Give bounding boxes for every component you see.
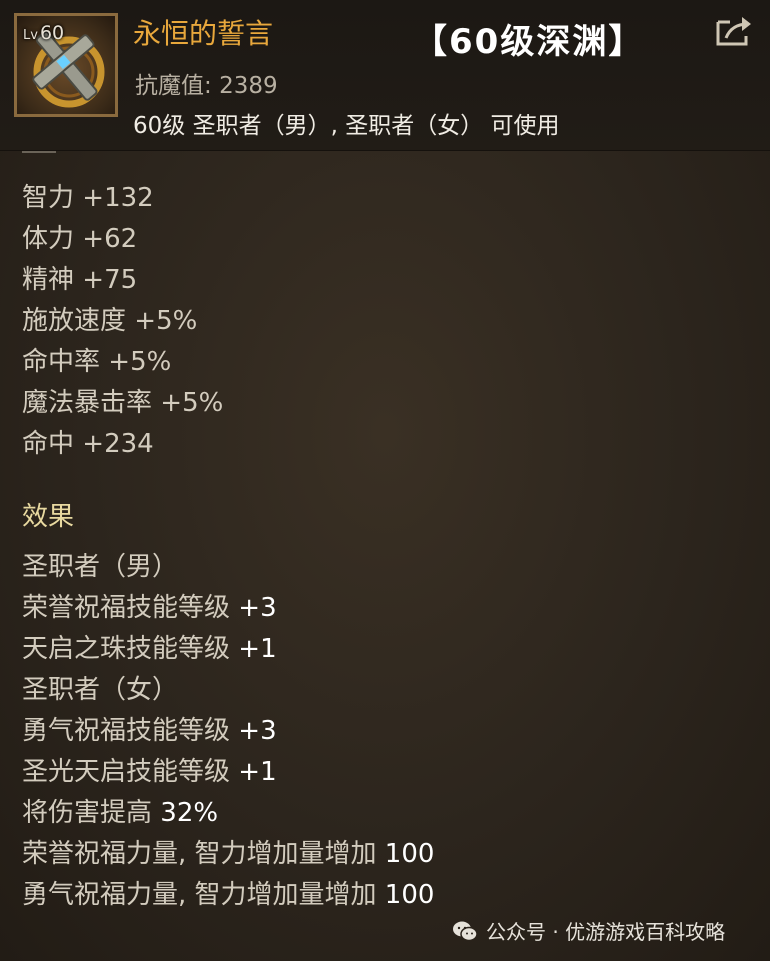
effect-row: 勇气祝福技能等级 +3 (22, 716, 277, 746)
item-header: Lv 60 永恒的誓言 【60级深渊】 抗魔值: 2389 60级 圣职者（男）,… (0, 0, 770, 151)
stat-row: 施放速度 +5% (22, 306, 198, 336)
effect-row: 天启之珠技能等级 +1 (22, 634, 277, 664)
usable-classes: 60级 圣职者（男）, 圣职者（女） 可使用 (133, 113, 560, 139)
effect-row: 圣职者（男） (22, 552, 179, 582)
effect-row: 荣誉祝福技能等级 +3 (22, 593, 277, 623)
resist-label: 抗魔值: (135, 73, 212, 99)
level-banner: 【60级深渊】 (413, 22, 645, 62)
effect-row: 将伤害提高 32% (22, 798, 219, 828)
effect-row: 圣职者（女） (22, 675, 179, 705)
stat-row: 命中率 +5% (22, 347, 172, 377)
stat-row: 魔法暴击率 +5% (22, 388, 224, 418)
resist-number: 2389 (219, 73, 278, 99)
stat-list: 智力 +132 体力 +62 精神 +75 施放速度 +5% 命中率 +5% 魔… (22, 178, 223, 465)
effect-row: 圣光天启技能等级 +1 (22, 757, 277, 787)
item-name: 永恒的誓言 (133, 17, 274, 50)
stat-row: 精神 +75 (22, 265, 138, 295)
watermark: 公众号 · 优游游戏百科攻略 (452, 916, 725, 945)
effect-row: 勇气祝福力量, 智力增加量增加 100 (22, 880, 435, 910)
export-icon[interactable] (714, 14, 754, 48)
effect-list: 圣职者（男） 荣誉祝福技能等级 +3 天启之珠技能等级 +1 圣职者（女） 勇气… (22, 547, 434, 916)
stat-row: 智力 +132 (22, 183, 154, 213)
item-icon-frame[interactable]: Lv 60 (14, 13, 118, 117)
stat-row: 体力 +62 (22, 224, 138, 254)
effect-row: 荣誉祝福力量, 智力增加量增加 100 (22, 839, 435, 869)
item-level: Lv 60 (23, 22, 65, 44)
wechat-icon (453, 921, 478, 941)
divider (22, 151, 56, 159)
stat-row: 命中 +234 (22, 429, 154, 459)
watermark-text: 公众号 · 优游游戏百科攻略 (486, 920, 726, 944)
item-tooltip: Lv 60 永恒的誓言 【60级深渊】 抗魔值: 2389 60级 圣职者（男）,… (0, 0, 770, 961)
effects-title: 效果 (22, 502, 75, 532)
resist-value: 抗魔值: 2389 (135, 66, 278, 100)
